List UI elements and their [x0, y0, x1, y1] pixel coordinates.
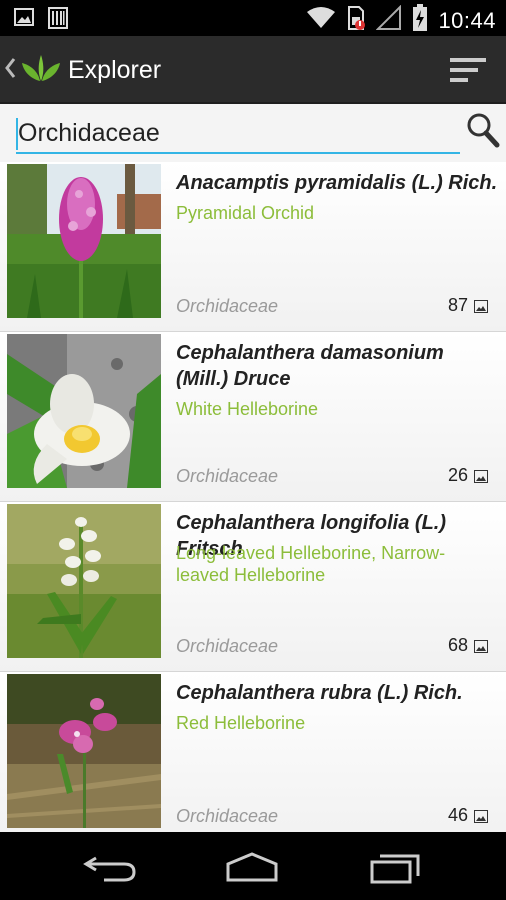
back-nav-button[interactable] [82, 850, 142, 884]
common-name: Long-leaved Helleborine, Narrow-leaved H… [176, 543, 446, 585]
list-item[interactable]: Cephalanthera rubra (L.) Rich. Red Helle… [0, 672, 506, 832]
search-input[interactable] [16, 114, 460, 154]
recents-nav-button[interactable] [366, 850, 426, 884]
photo-count-icon [474, 300, 488, 313]
filter-button[interactable] [448, 54, 488, 86]
family-name: Orchidaceae [176, 806, 279, 826]
family-name: Orchidaceae [176, 636, 279, 656]
common-name: White Helleborine [176, 399, 319, 419]
red-helleborine-photo [7, 674, 161, 828]
pyramidal-orchid-photo [7, 164, 161, 318]
scientific-name: Cephalanthera rubra (L.) Rich. [176, 682, 463, 704]
sim-alert-icon [346, 5, 366, 36]
search-icon [466, 113, 500, 152]
wifi-icon [306, 6, 336, 35]
search-bar [0, 104, 506, 162]
status-bar: 10:44 [0, 0, 506, 36]
home-nav-button[interactable] [222, 850, 282, 884]
app-title: Explorer [68, 56, 162, 84]
image-icon [14, 7, 34, 34]
navigation-bar [0, 832, 506, 900]
family-name: Orchidaceae [176, 296, 279, 316]
action-bar: Explorer [0, 36, 506, 104]
common-name: Pyramidal Orchid [176, 203, 315, 223]
photo-count: 87 [447, 295, 468, 315]
photo-count: 46 [447, 805, 468, 825]
status-time: 10:44 [438, 7, 496, 33]
long-leaved-helleborine-photo [7, 504, 161, 658]
screen: 10:44 Explorer Orchidaceae Anacamptis py… [0, 0, 506, 900]
recents-nav-icon [366, 854, 426, 888]
battery-charging-icon [412, 4, 428, 37]
text-cursor [16, 118, 18, 150]
photo-count-icon [474, 640, 488, 653]
back-nav-icon [82, 856, 142, 888]
signal-icon [376, 4, 402, 36]
photo-count: 26 [447, 465, 468, 485]
home-up-button[interactable] [4, 48, 62, 92]
photo-count-icon [474, 470, 488, 483]
leaf-logo-icon [20, 53, 62, 88]
barcode-icon [48, 7, 68, 34]
scientific-name: Anacamptis pyramidalis (L.) Rich. [176, 172, 498, 194]
family-name: Orchidaceae [176, 466, 279, 486]
species-list: Anacamptis pyramidalis (L.) Rich. Pyrami… [0, 162, 506, 832]
list-item[interactable]: Cephalanthera longifolia (L.) Fritsch Lo… [0, 502, 506, 672]
search-button[interactable] [466, 112, 500, 148]
list-item[interactable]: Anacamptis pyramidalis (L.) Rich. Pyrami… [0, 162, 506, 332]
back-chevron-icon [4, 57, 16, 84]
photo-count-icon [474, 810, 488, 823]
photo-count: 68 [447, 635, 468, 655]
common-name: Red Helleborine [176, 713, 306, 733]
list-item[interactable]: Cephalanthera damasonium (Mill.) Druce W… [0, 332, 506, 502]
white-helleborine-photo [7, 334, 161, 488]
filter-sort-icon [448, 58, 488, 90]
scientific-name: Cephalanthera damasonium (Mill.) Druce [176, 342, 444, 390]
home-nav-icon [222, 852, 282, 888]
